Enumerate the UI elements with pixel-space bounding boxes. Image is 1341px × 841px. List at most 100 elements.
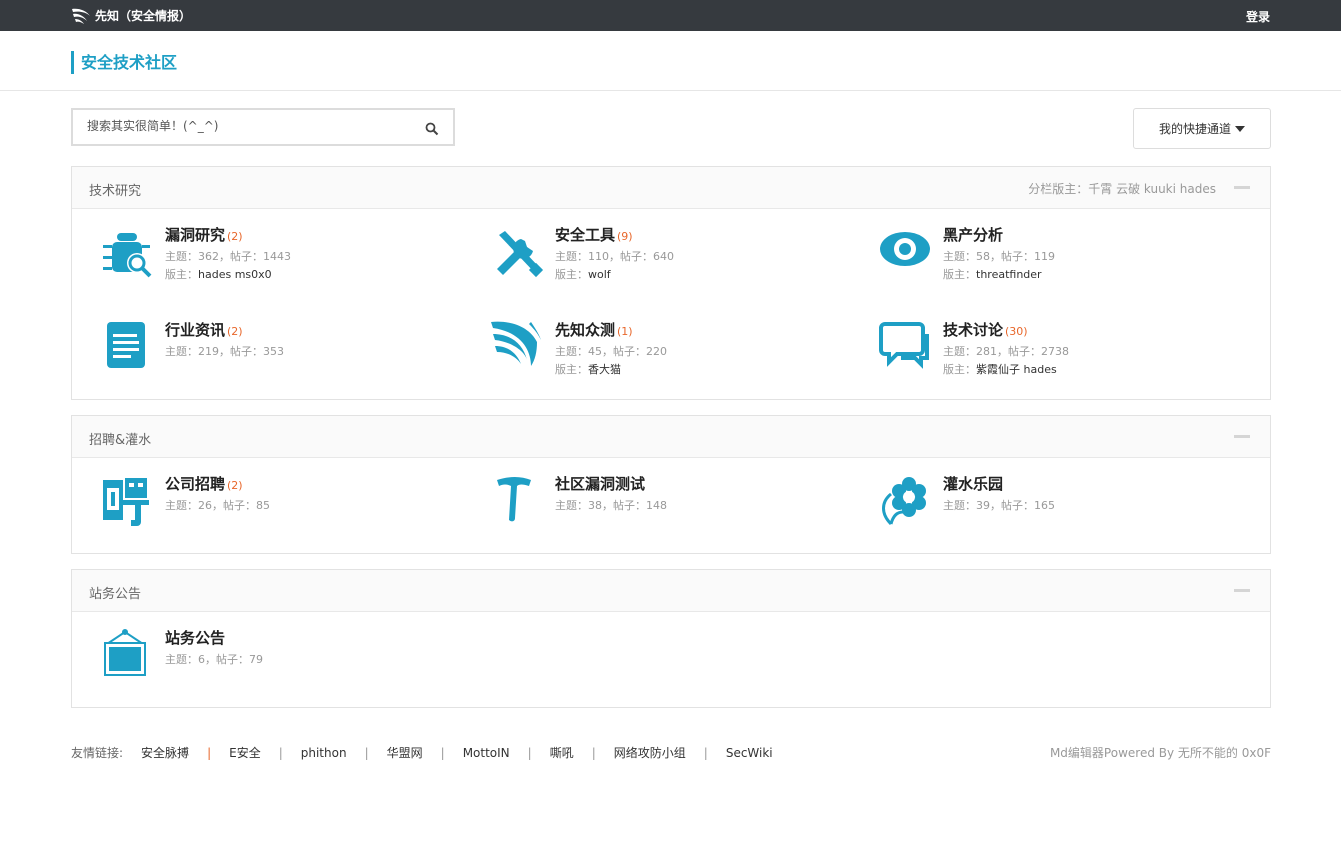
forum-stats: 主题：281，帖子：2738 [943,345,1069,358]
caret-down-icon [1235,125,1245,132]
section-header: 技术研究 分栏版主：千霄 云破 kuuki hades [72,167,1270,209]
footer: 友情链接: 安全脉搏 | E安全 | phithon | 华盟网 | Motto… [71,744,1271,762]
separator: | [440,745,445,760]
top-navbar: 先知（安全情报） 登录 [0,0,1341,31]
collapse-icon[interactable] [1234,435,1250,438]
chat-bubbles-icon [879,322,929,369]
moderator-link[interactable]: wolf [588,268,611,281]
forum-item: 安全工具 (9) 主题：110，帖子：640 版主：wolf [491,225,881,295]
forum-item: 灌水乐园 主题：39，帖子：165 [879,474,1269,544]
search-input[interactable] [87,119,407,133]
forum-title[interactable]: 技术讨论 (30) [943,319,1028,340]
xianzhi-logo-icon [491,321,541,366]
search-box [71,108,455,146]
separator: | [591,745,596,760]
forum-item: 技术讨论 (30) 主题：281，帖子：2738 版主：紫霞仙子 hades [879,320,1269,390]
collapse-icon[interactable] [1234,589,1250,592]
moderator-link[interactable]: threatfinder [976,268,1042,281]
forum-stats: 主题：362，帖子：1443 [165,250,291,263]
forum-title[interactable]: 公司招聘 (2) [165,473,243,494]
friend-link[interactable]: 网络攻防小组 [614,744,686,761]
forum-item: 公司招聘 (2) 主题：26，帖子：85 [101,474,491,544]
forum-count: (2) [227,230,243,243]
forum-stats: 主题：26，帖子：85 [165,499,270,512]
notice-board-icon [104,629,146,676]
forum-count: (1) [617,325,633,338]
xianzhi-logo-icon [72,8,90,24]
section-title: 站务公告 [89,587,142,602]
section-title: 招聘&灌水 [89,433,152,448]
quick-access-label: 我的快捷通道 [1158,122,1231,136]
sub-header: 安全技术社区 [0,31,1341,91]
moderator-link[interactable]: 紫霞仙子 hades [976,363,1057,376]
forum-title[interactable]: 漏洞研究 (2) [165,224,243,245]
brand-text: 先知（安全情报） [95,9,192,23]
forum-count: (2) [227,479,243,492]
forum-stats: 主题：6，帖子：79 [165,653,263,666]
forum-item: 社区漏洞测试 主题：38，帖子：148 [491,474,881,544]
document-icon [107,322,145,368]
recruit-icon [103,478,149,526]
moderator-link[interactable]: hades ms0x0 [198,268,272,281]
eye-icon [880,232,930,266]
forum-item: 先知众测 (1) 主题：45，帖子：220 版主：香大猫 [491,320,881,390]
forum-count: (30) [1005,325,1028,338]
forum-stats: 主题：58，帖子：119 [943,250,1055,263]
friend-link[interactable]: phithon [301,746,347,760]
section-header: 招聘&灌水 [72,416,1270,458]
friend-link[interactable]: E安全 [229,744,261,761]
separator: | [527,745,532,760]
friend-link[interactable]: 安全脉搏 [141,744,189,761]
forum-moderators: 版主：wolf [555,268,611,281]
tools-icon [497,231,544,278]
section-moderators: 分栏版主：千霄 云破 kuuki hades [1028,182,1216,196]
separator: | [278,745,283,760]
forum-item: 漏洞研究 (2) 主题：362，帖子：1443 版主：hades ms0x0 [101,225,491,295]
friend-link[interactable]: SecWiki [726,746,773,760]
page-title: 安全技术社区 [71,51,177,74]
forum-title[interactable]: 黑产分析 [943,224,1005,245]
section-header: 站务公告 [72,570,1270,612]
separator: | [364,745,369,760]
friend-link[interactable]: 嘶吼 [550,744,574,761]
forum-moderators: 版主：hades ms0x0 [165,268,272,281]
section-announcements: 站务公告 站务公告 主题：6，帖子：79 [71,569,1271,708]
forum-item: 行业资讯 (2) 主题：219，帖子：353 [101,320,491,390]
forum-title[interactable]: 社区漏洞测试 [555,473,647,494]
bug-search-icon [103,233,152,278]
collapse-icon[interactable] [1234,186,1250,189]
login-link[interactable]: 登录 [1246,8,1270,25]
friend-link[interactable]: 华盟网 [387,744,423,761]
forum-stats: 主题：110，帖子：640 [555,250,674,263]
forum-title[interactable]: 先知众测 (1) [555,319,633,340]
search-icon[interactable] [425,122,439,136]
quick-access-dropdown[interactable]: 我的快捷通道 [1133,108,1271,149]
forum-count: (2) [227,325,243,338]
separator: | [703,745,708,760]
forum-stats: 主题：39，帖子：165 [943,499,1055,512]
flower-icon [882,477,926,526]
friend-link[interactable]: MottoIN [463,746,510,760]
section-tech-research: 技术研究 分栏版主：千霄 云破 kuuki hades 漏洞研究 (2) 主题：3… [71,166,1271,400]
section-recruit-chat: 招聘&灌水 公司招聘 (2) 主题：26，帖子：85 社区漏洞测试 主题：38，帖… [71,415,1271,554]
friend-links-label: 友情链接: [71,746,124,760]
forum-title[interactable]: 站务公告 [165,627,227,648]
forum-item: 站务公告 主题：6，帖子：79 [101,628,491,698]
moderator-link[interactable]: 香大猫 [588,363,621,376]
t-shape-icon [497,477,531,522]
section-title: 技术研究 [89,184,142,199]
brand-link[interactable]: 先知（安全情报） [71,6,191,25]
forum-title[interactable]: 灌水乐园 [943,473,1005,494]
powered-by: Md编辑器Powered By 无所不能的 0x0F [1049,746,1271,760]
forum-stats: 主题：38，帖子：148 [555,499,667,512]
forum-count: (9) [617,230,633,243]
forum-item: 黑产分析 主题：58，帖子：119 版主：threatfinder [879,225,1269,295]
friend-links: 友情链接: 安全脉搏 | E安全 | phithon | 华盟网 | Motto… [71,744,773,761]
forum-title[interactable]: 行业资讯 (2) [165,319,243,340]
forum-title[interactable]: 安全工具 (9) [555,224,633,245]
forum-stats: 主题：219，帖子：353 [165,345,284,358]
forum-moderators: 版主：香大猫 [555,363,621,376]
forum-moderators: 版主：threatfinder [943,268,1042,281]
forum-stats: 主题：45，帖子：220 [555,345,667,358]
separator: | [207,745,212,760]
